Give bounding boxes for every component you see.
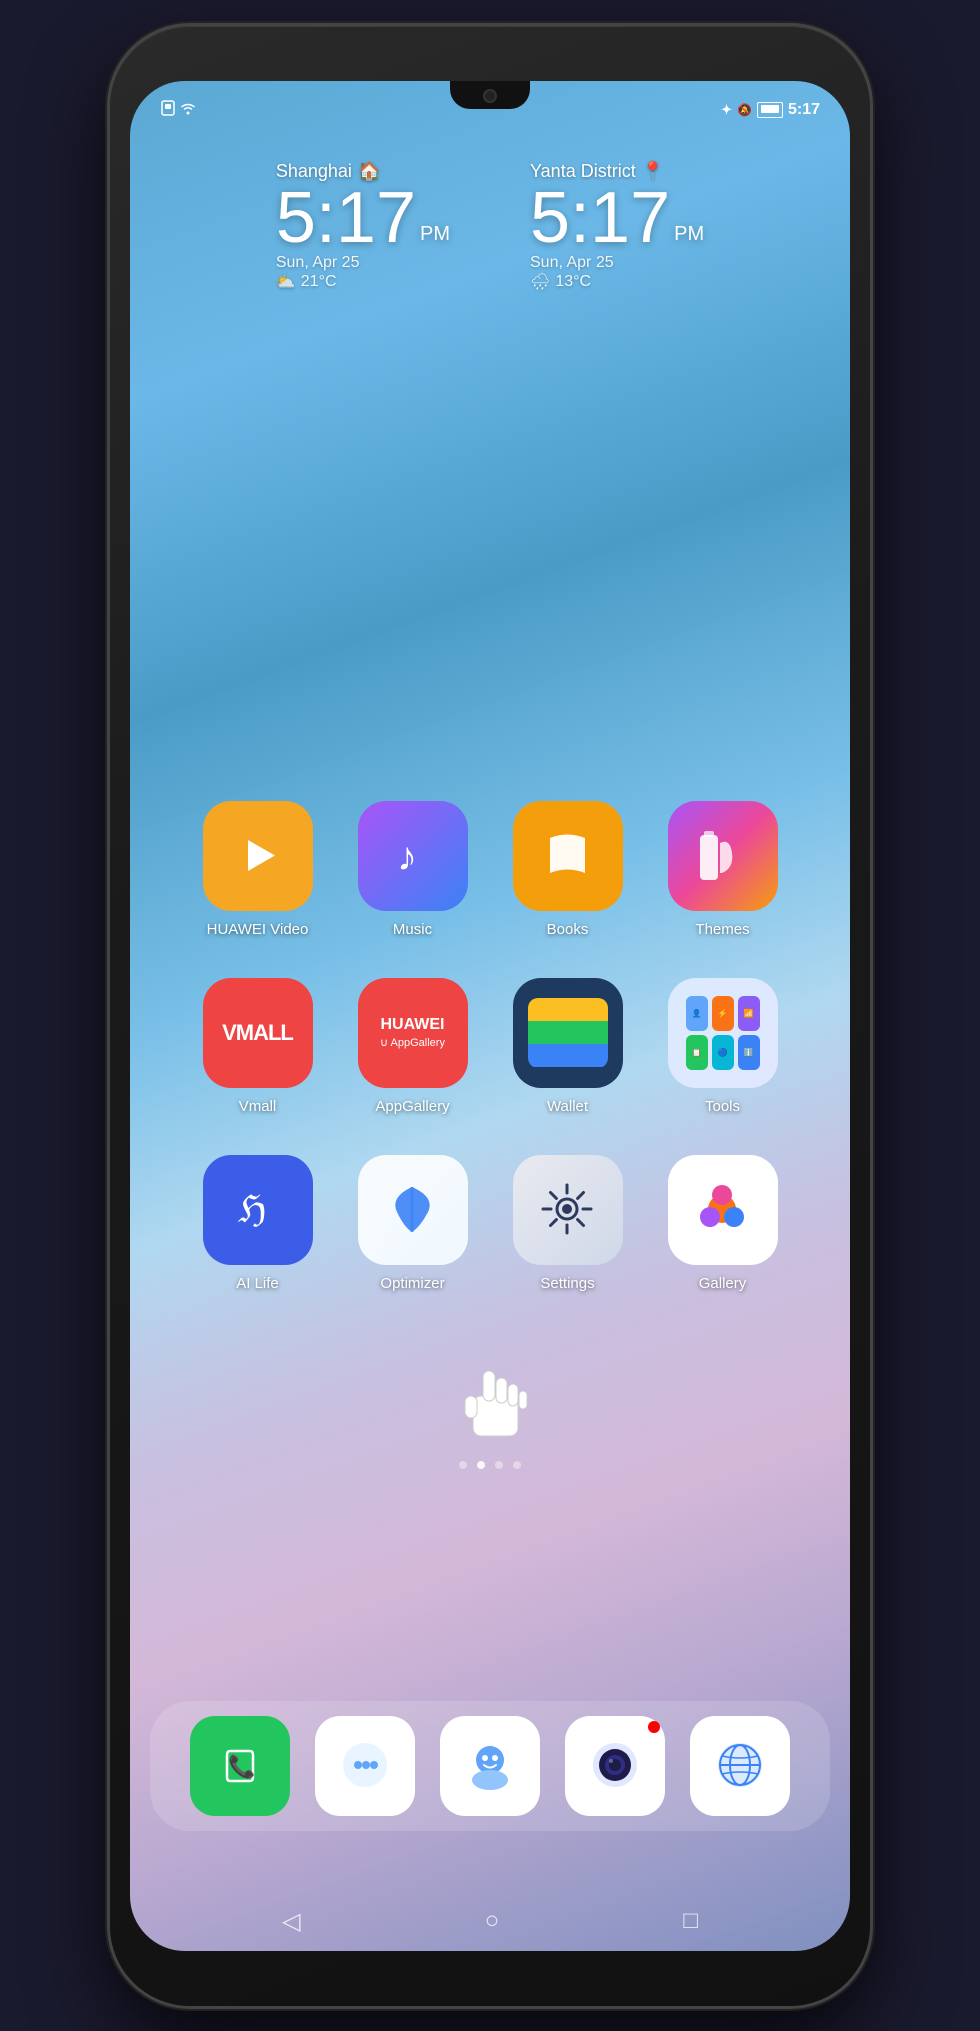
weather-shanghai: ⛅ 21°C (276, 272, 337, 292)
huawei-video-icon (203, 801, 313, 911)
notch (450, 81, 530, 109)
app-music[interactable]: ♪ Music (348, 801, 478, 938)
app-settings[interactable]: Settings (503, 1155, 633, 1292)
clock-shanghai: Shanghai 🏠 5:17 PM Sun, Apr 25 ⛅ 21°C (276, 161, 450, 292)
app-row-3: ℌ AI Life Optimizer (180, 1155, 800, 1292)
phone-screen: ✦ 🔕 5:17 Shanghai 🏠 5:17 PM Sun, Apr 25 (130, 81, 850, 1951)
page-dots (459, 1461, 521, 1469)
app-wallet[interactable]: Wallet (503, 978, 633, 1115)
app-books[interactable]: Books (503, 801, 633, 938)
phone-device: ✦ 🔕 5:17 Shanghai 🏠 5:17 PM Sun, Apr 25 (110, 26, 870, 2006)
status-time: 5:17 (788, 101, 820, 119)
books-icon-bg (513, 801, 623, 911)
app-gallery[interactable]: Gallery (658, 1155, 788, 1292)
clock-yanta: Yanta District 📍 5:17 PM Sun, Apr 25 🌧 1… (530, 161, 704, 292)
nav-recent-button[interactable]: □ (683, 1907, 698, 1935)
gallery-label: Gallery (699, 1275, 747, 1292)
tools-grid: 👤 ⚡ 📶 📋 🔵 ℹ️ (678, 988, 768, 1078)
wallet-icon-bg (513, 978, 623, 1088)
battery-icon (757, 102, 783, 118)
app-row-2: VMALL Vmall HUAWEI ∪ AppGallery AppGalle… (180, 978, 800, 1115)
dock-messages[interactable] (315, 1716, 415, 1816)
app-vmall[interactable]: VMALL Vmall (193, 978, 323, 1115)
svg-text:📞: 📞 (228, 1752, 256, 1779)
vmall-icon-bg: VMALL (203, 978, 313, 1088)
wallet-stripes (528, 998, 608, 1068)
app-ailife[interactable]: ℌ AI Life (193, 1155, 323, 1292)
nav-back-button[interactable]: ◁ (282, 1907, 300, 1936)
clock-widget: Shanghai 🏠 5:17 PM Sun, Apr 25 ⛅ 21°C Ya… (130, 141, 850, 312)
page-dot-4 (513, 1461, 521, 1469)
app-grid: HUAWEI Video ♪ Music (130, 801, 850, 1332)
nav-bar: ◁ ○ □ (190, 1907, 790, 1936)
camera-notch (483, 89, 497, 103)
tools-label: Tools (705, 1098, 740, 1115)
app-huawei-video[interactable]: HUAWEI Video (193, 801, 323, 938)
date-yanta: Sun, Apr 25 (530, 254, 614, 272)
themes-label: Themes (695, 921, 749, 938)
app-row-1: HUAWEI Video ♪ Music (180, 801, 800, 938)
page-dot-3 (495, 1461, 503, 1469)
weather-yanta: 🌧 13°C (530, 272, 591, 292)
wifi-icon (180, 101, 196, 118)
vmall-label: Vmall (239, 1098, 277, 1115)
nav-home-button[interactable]: ○ (485, 1907, 500, 1935)
camera-notification-dot (648, 1721, 660, 1733)
page-dot-2 (477, 1461, 485, 1469)
optimizer-icon-bg (358, 1155, 468, 1265)
page-dot-1 (459, 1461, 467, 1469)
date-shanghai: Sun, Apr 25 (276, 254, 360, 272)
dock-phone[interactable]: 📞 (190, 1716, 290, 1816)
bluetooth-icon: ✦ (721, 102, 732, 118)
dock: 📞 (150, 1701, 830, 1831)
svg-text:♪: ♪ (397, 835, 417, 879)
ailife-icon-bg: ℌ (203, 1155, 313, 1265)
mute-icon: 🔕 (737, 103, 752, 117)
app-appgallery[interactable]: HUAWEI ∪ AppGallery AppGallery (348, 978, 478, 1115)
huawei-video-label: HUAWEI Video (207, 921, 309, 938)
cursor-hand (460, 1361, 530, 1441)
time-shanghai: 5:17 PM (276, 182, 450, 254)
appgallery-icon-bg: HUAWEI ∪ AppGallery (358, 978, 468, 1088)
sim-icon (160, 100, 176, 119)
ailife-label: AI Life (236, 1275, 279, 1292)
optimizer-label: Optimizer (380, 1275, 444, 1292)
app-optimizer[interactable]: Optimizer (348, 1155, 478, 1292)
time-yanta: 5:17 PM (530, 182, 704, 254)
settings-label: Settings (540, 1275, 594, 1292)
status-right-icons: ✦ 🔕 5:17 (721, 101, 820, 119)
wallet-label: Wallet (547, 1098, 588, 1115)
gallery-icon-bg (668, 1155, 778, 1265)
app-themes[interactable]: Themes (658, 801, 788, 938)
books-label: Books (547, 921, 589, 938)
music-label: Music (393, 921, 432, 938)
status-left-icons (160, 100, 196, 119)
appgallery-label: AppGallery (375, 1098, 449, 1115)
tools-icon-bg: 👤 ⚡ 📶 📋 🔵 ℹ️ (668, 978, 778, 1088)
dock-celia[interactable] (440, 1716, 540, 1816)
settings-icon-bg (513, 1155, 623, 1265)
dock-camera[interactable] (565, 1716, 665, 1816)
themes-icon-bg (668, 801, 778, 911)
app-tools[interactable]: 👤 ⚡ 📶 📋 🔵 ℹ️ Tools (658, 978, 788, 1115)
dock-browser[interactable] (690, 1716, 790, 1816)
music-icon-bg: ♪ (358, 801, 468, 911)
svg-text:ℌ: ℌ (238, 1189, 267, 1231)
